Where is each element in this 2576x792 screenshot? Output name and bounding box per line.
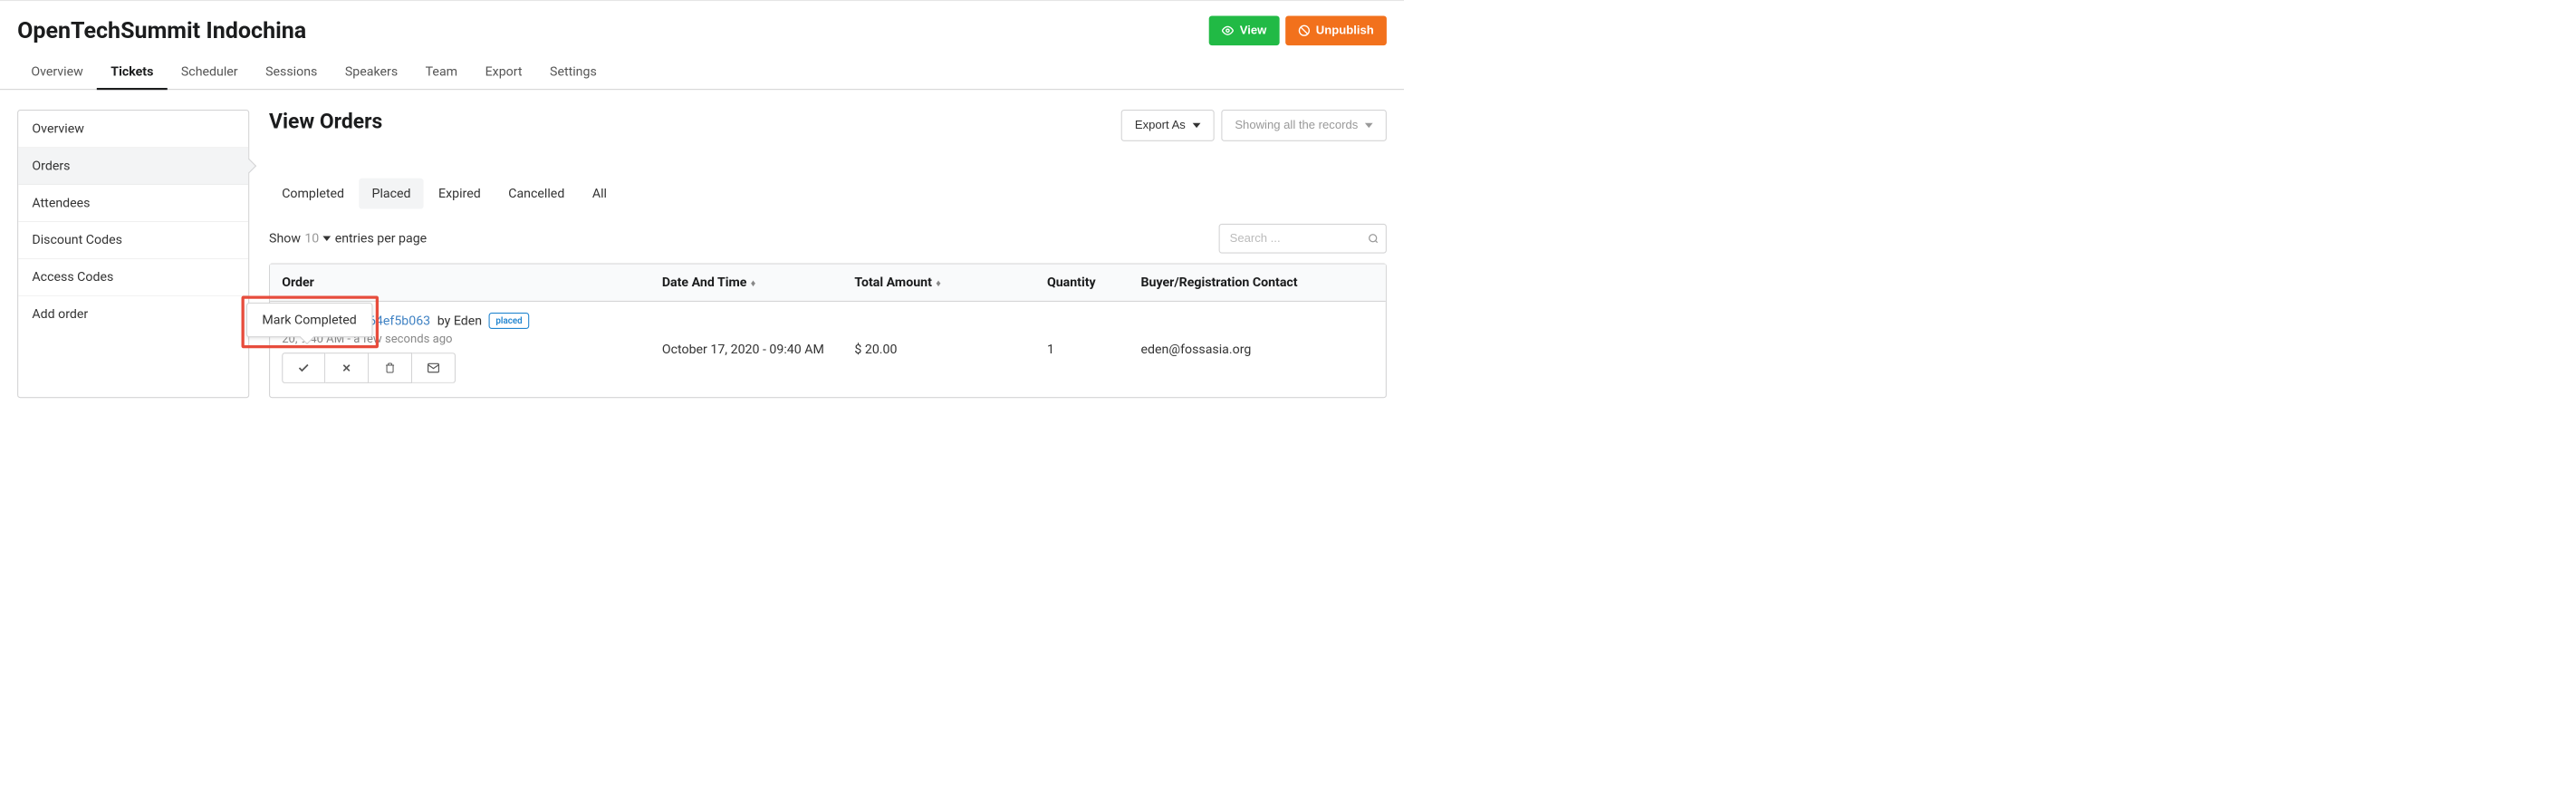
order-by: by Eden — [437, 314, 482, 328]
entries-suffix: entries per page — [335, 231, 427, 246]
filter-tab-completed[interactable]: Completed — [269, 179, 357, 209]
search-input[interactable] — [1219, 224, 1387, 254]
x-icon — [341, 362, 352, 373]
action-buttons — [282, 353, 638, 383]
filter-tab-all[interactable]: All — [580, 179, 620, 209]
orders-table: Order Date And Time♦ Total Amount♦ Quant… — [269, 263, 1387, 398]
sidebar-item-access-codes[interactable]: Access Codes — [18, 259, 248, 296]
th-amount[interactable]: Total Amount♦ — [842, 265, 1035, 301]
th-date[interactable]: Date And Time♦ — [650, 265, 843, 301]
sidebar-item-discount-codes[interactable]: Discount Codes — [18, 222, 248, 259]
filter-tab-placed[interactable]: Placed — [359, 179, 423, 209]
filter-tabs: Completed Placed Expired Cancelled All — [269, 179, 1387, 209]
table-header: Order Date And Time♦ Total Amount♦ Quant… — [270, 265, 1386, 302]
td-buyer: eden@fossasia.org — [1129, 302, 1385, 397]
event-title: OpenTechSummit Indochina — [17, 17, 306, 43]
nav-tab-settings[interactable]: Settings — [536, 55, 610, 90]
nav-tab-overview[interactable]: Overview — [17, 55, 97, 90]
td-date: October 17, 2020 - 09:40 AM — [650, 302, 843, 397]
sidebar: Overview Orders Attendees Discount Codes… — [17, 110, 249, 398]
nav-tab-sessions[interactable]: Sessions — [252, 55, 332, 90]
sidebar-item-add-order[interactable]: Add order — [18, 295, 248, 332]
caret-down-icon — [323, 237, 332, 241]
tooltip: Mark Completed — [246, 303, 372, 337]
th-qty[interactable]: Quantity — [1035, 265, 1129, 301]
status-badge: placed — [489, 313, 530, 329]
sidebar-item-attendees[interactable]: Attendees — [18, 185, 248, 222]
records-filter-dropdown[interactable]: Showing all the records — [1221, 110, 1387, 141]
td-amount: $ 20.00 — [842, 302, 1035, 397]
unpublish-button[interactable]: Unpublish — [1285, 15, 1387, 45]
email-button[interactable] — [412, 353, 456, 383]
nav-tab-export[interactable]: Export — [471, 55, 535, 90]
view-label: View — [1240, 24, 1267, 37]
nav-tab-team[interactable]: Team — [411, 55, 471, 90]
entries-show: Show — [269, 231, 301, 246]
sidebar-item-orders[interactable]: Orders — [18, 148, 248, 185]
entries-control[interactable]: Show 10 entries per page — [269, 231, 427, 246]
unpublish-label: Unpublish — [1316, 24, 1374, 37]
view-button[interactable]: View — [1209, 15, 1280, 45]
delete-button[interactable] — [369, 353, 412, 383]
check-icon — [297, 362, 310, 374]
nav-tab-scheduler[interactable]: Scheduler — [168, 55, 252, 90]
table-row: Mark Completed -4233-9c5f-b2164ef5b063 b… — [270, 302, 1386, 397]
sort-icon: ♦ — [936, 277, 941, 290]
eye-icon — [1222, 24, 1234, 36]
sidebar-item-overview[interactable]: Overview — [18, 111, 248, 148]
nav-tab-speakers[interactable]: Speakers — [332, 55, 412, 90]
filter-tab-expired[interactable]: Expired — [426, 179, 494, 209]
caret-down-icon — [1192, 123, 1200, 128]
records-filter-label: Showing all the records — [1235, 119, 1358, 132]
filter-tab-cancelled[interactable]: Cancelled — [495, 179, 577, 209]
envelope-icon — [427, 362, 439, 374]
entries-num: 10 — [304, 231, 319, 246]
sort-icon: ♦ — [751, 277, 756, 290]
search-icon — [1368, 233, 1379, 244]
export-as-label: Export As — [1135, 119, 1186, 132]
th-order[interactable]: Order — [270, 265, 650, 301]
mark-completed-button[interactable] — [282, 353, 325, 383]
caret-down-icon — [1365, 123, 1373, 128]
td-qty: 1 — [1035, 302, 1129, 397]
th-buyer[interactable]: Buyer/Registration Contact — [1129, 265, 1385, 301]
nav-tab-tickets[interactable]: Tickets — [97, 55, 168, 90]
export-as-dropdown[interactable]: Export As — [1121, 110, 1215, 141]
ban-icon — [1298, 24, 1310, 36]
trash-icon — [385, 362, 396, 373]
cancel-button[interactable] — [325, 353, 369, 383]
nav-tabs: Overview Tickets Scheduler Sessions Spea… — [0, 55, 1404, 90]
